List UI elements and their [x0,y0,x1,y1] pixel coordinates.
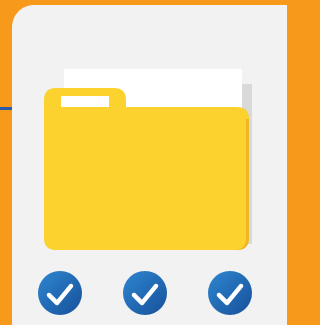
accent-line [0,107,12,110]
card-panel [12,5,287,325]
